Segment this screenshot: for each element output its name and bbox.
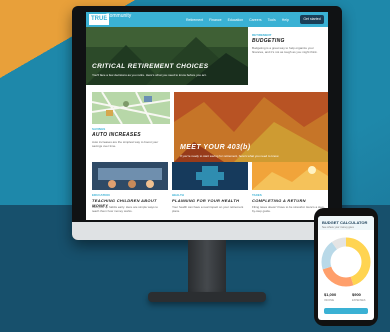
nav-link[interactable]: Education [228,18,244,22]
card-title: AUTO INCREASES [92,132,141,138]
article-card-health[interactable]: HEALTH PLANNING FOR YOUR HEALTH Your hea… [172,162,248,220]
nav-link[interactable]: Tools [268,18,276,22]
nav-link[interactable]: Help [282,18,289,22]
calculator-title: BUDGET CALCULATOR [322,220,368,225]
monitor-chin [72,222,342,240]
card-text: Budgeting is a great way to help organiz… [252,46,318,54]
card-title: COMPLETING A RETURN [252,198,306,203]
abstract-landscape-image [174,92,328,162]
card-title: CRITICAL RETIREMENT CHOICES [92,63,209,70]
nav-cta-button[interactable]: Get started [300,15,324,24]
website-screen: TRUE Community Retirement Finance Educat… [86,12,328,220]
card-title: BUDGETING [252,38,285,44]
calculate-button[interactable] [324,308,368,314]
site-nav-bar: TRUE Community Retirement Finance Educat… [86,12,328,27]
card-text: You'll face a few decisions as you retir… [92,73,207,77]
card-title: PLANNING FOR YOUR HEALTH [172,198,240,203]
phone-screen: BUDGET CALCULATOR See where your money g… [318,216,374,320]
health-image [172,162,248,190]
card-category: HEALTH [172,193,184,197]
income-amount: $1,000 [324,292,337,297]
budget-donut-chart [321,237,371,287]
card-text: If you're ready to start saving for reti… [180,154,280,158]
calculator-header: BUDGET CALCULATOR See where your money g… [318,216,374,230]
card-text: Kids pick up habits early. Here are simp… [92,205,158,213]
card-category: SAVINGS [92,127,106,131]
monitor-stand-base [148,292,266,302]
card-category: EDUCATION [92,193,110,197]
card-category: TAXES [252,193,262,197]
expenses-label: EXPENSES [352,299,366,302]
income-label: INCOME [324,299,334,302]
nav-links: Retirement Finance Education Careers Too… [186,12,289,27]
classroom-image [92,162,168,190]
article-card-retirement-choices[interactable]: CRITICAL RETIREMENT CHOICES You'll face … [86,27,248,85]
article-card-auto-increases[interactable]: SAVINGS AUTO INCREASES Auto increases ar… [92,92,170,154]
monitor-stand-neck [188,240,226,294]
article-card-403b[interactable]: MEET YOUR 403(b) If you're ready to star… [174,92,328,162]
article-card-teaching-children[interactable]: EDUCATION TEACHING CHILDREN ABOUT MONEY … [92,162,168,220]
nav-link[interactable]: Retirement [186,18,203,22]
card-category: RETIREMENT [252,33,272,37]
article-card-budgeting[interactable]: RETIREMENT BUDGETING Budgeting is a grea… [248,27,328,85]
map-image [92,92,170,124]
nav-link[interactable]: Finance [209,18,221,22]
card-text: Auto increases are the simplest way to b… [92,140,159,148]
calculator-subtitle: See where your money goes [322,226,354,229]
expenses-amount: $900 [352,292,361,297]
site-logo-sub: Community [106,13,132,19]
card-text: Your health can have a real impact on yo… [172,205,244,213]
card-title: MEET YOUR 403(b) [180,144,251,151]
tax-image [252,162,328,190]
nav-link[interactable]: Careers [249,18,261,22]
